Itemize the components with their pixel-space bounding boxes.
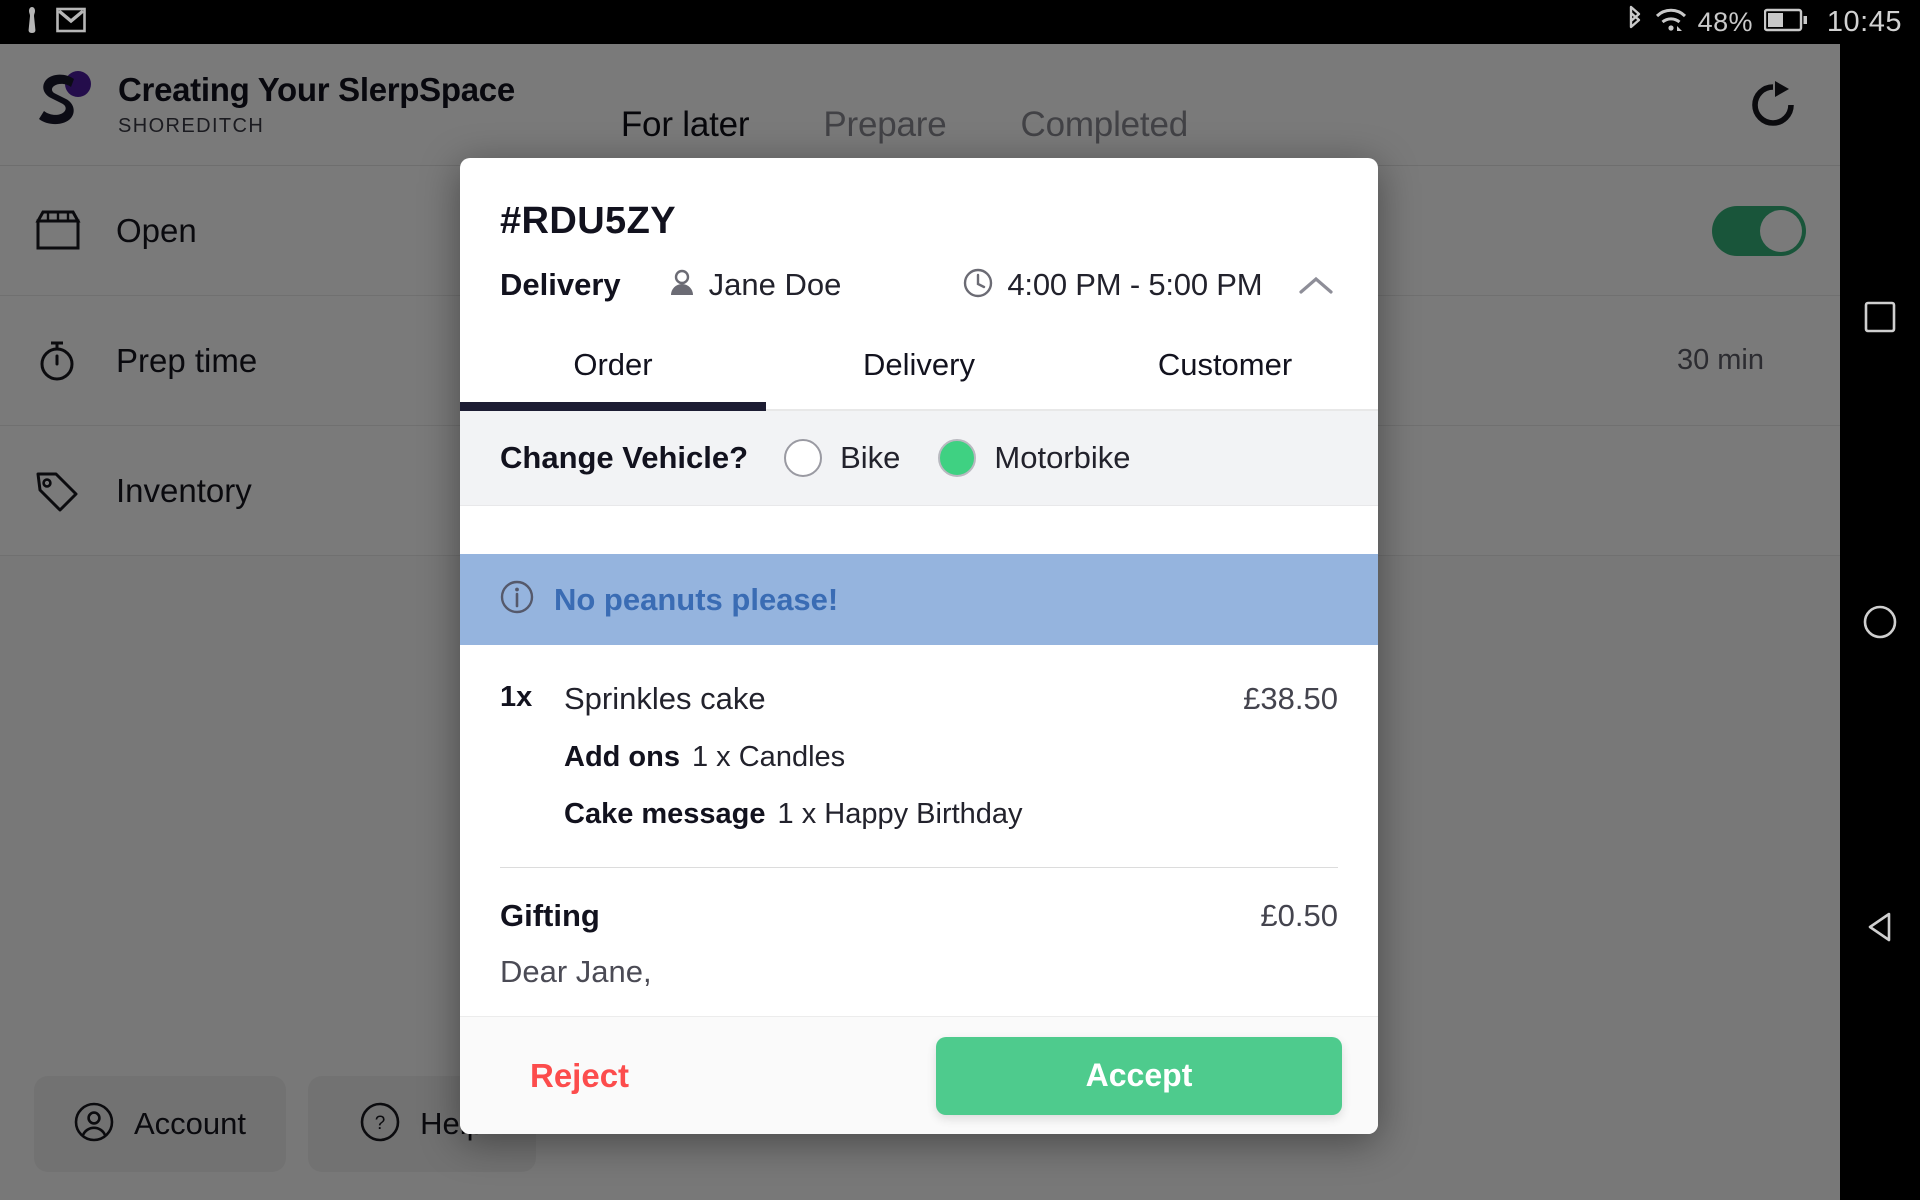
wifi-icon (1655, 7, 1687, 38)
item-modifier-cake-message: Cake message 1 x Happy Birthday (564, 798, 1338, 831)
accept-button[interactable]: Accept (936, 1036, 1342, 1115)
tab-prepare[interactable]: Prepare (823, 105, 946, 165)
notification-person-icon (22, 5, 42, 40)
tab-completed[interactable]: Completed (1021, 105, 1189, 165)
modifier-value-cake-message: 1 x Happy Birthday (777, 798, 1023, 830)
status-bar-indicators: 48% 10:45 (1626, 5, 1902, 40)
slerp-s-logo (34, 69, 96, 141)
radio-bike-label: Bike (840, 440, 901, 475)
battery-percent-label: 48% (1697, 6, 1753, 37)
items-divider (500, 867, 1338, 868)
tab-for-later[interactable]: For later (621, 105, 750, 165)
customer-block: Jane Doe (669, 267, 842, 303)
modifier-value-addons: 1 x Candles (692, 741, 846, 773)
radio-motorbike-label: Motorbike (994, 440, 1131, 475)
open-toggle[interactable] (1712, 205, 1806, 256)
person-icon (669, 268, 695, 303)
row-label-open: Open (116, 211, 197, 249)
tag-icon (34, 468, 90, 514)
modal-footer: Reject Accept (460, 1016, 1378, 1134)
help-circle-icon: ? (360, 1102, 400, 1147)
info-icon (500, 580, 534, 619)
storefront-icon (34, 209, 90, 253)
app-header: Creating Your SlerpSpace SHOREDITCH For … (0, 44, 1840, 166)
app-viewport: Creating Your SlerpSpace SHOREDITCH For … (0, 44, 1840, 1200)
account-button[interactable]: Account (34, 1076, 287, 1172)
screen: 48% 10:45 Creating Your SlerpSpace SHORE… (0, 0, 1920, 1200)
chevron-up-icon[interactable] (1294, 274, 1338, 296)
vehicle-option-bike[interactable]: Bike (784, 439, 900, 477)
change-vehicle-section: Change Vehicle? Bike Motorbike (460, 411, 1378, 506)
order-note-text: No peanuts please! (554, 581, 839, 617)
modal-header: #RDU5ZY Delivery Jane Doe 4:00 PM - 5:00… (460, 158, 1378, 303)
android-nav-bar (1840, 44, 1920, 1200)
modal-tabs: Order Delivery Customer (460, 337, 1378, 411)
account-circle-icon (74, 1102, 114, 1147)
row-label-prep-time: Prep time (116, 341, 258, 379)
clock-icon (963, 268, 993, 303)
tab-order[interactable]: Order (460, 337, 766, 411)
bluetooth-icon (1626, 5, 1644, 40)
gifting-row: Gifting £0.50 (500, 898, 1338, 934)
battery-icon (1763, 8, 1808, 37)
order-code: #RDU5ZY (500, 200, 676, 242)
order-status-tabs: For later Prepare Completed (621, 105, 1188, 165)
page-title: Creating Your SlerpSpace (118, 71, 515, 108)
radio-bike[interactable] (784, 439, 823, 477)
android-status-bar: 48% 10:45 (0, 0, 1920, 44)
clock-label: 10:45 (1826, 5, 1902, 38)
refresh-icon[interactable] (1740, 72, 1806, 138)
row-label-inventory: Inventory (116, 471, 252, 509)
item-price: £38.50 (1243, 681, 1338, 716)
brand-block: Creating Your SlerpSpace SHOREDITCH (118, 71, 515, 138)
modifier-label-addons: Add ons (564, 741, 680, 773)
vehicle-option-motorbike[interactable]: Motorbike (938, 439, 1131, 477)
prep-time-value: 30 min (1676, 344, 1764, 376)
account-button-label: Account (134, 1106, 247, 1141)
time-window-block: 4:00 PM - 5:00 PM (963, 267, 1263, 303)
svg-text:?: ? (375, 1113, 386, 1134)
change-vehicle-question: Change Vehicle? (500, 440, 749, 475)
tab-delivery[interactable]: Delivery (766, 337, 1072, 409)
order-items-list: 1x Sprinkles cake £38.50 Add ons 1 x Cand… (460, 645, 1378, 1016)
modal-spacer (460, 506, 1378, 554)
item-modifier-addons: Add ons 1 x Candles (564, 741, 1338, 774)
order-meta-row: Delivery Jane Doe 4:00 PM - 5:00 PM (500, 267, 1338, 303)
square-recents-icon[interactable] (1857, 294, 1903, 340)
customer-name: Jane Doe (708, 267, 842, 302)
order-detail-modal: #RDU5ZY Delivery Jane Doe 4:00 PM - 5:00… (460, 158, 1378, 1134)
tab-customer[interactable]: Customer (1072, 337, 1378, 409)
modifier-label-cake-message: Cake message (564, 798, 766, 830)
circle-home-icon[interactable] (1857, 599, 1903, 645)
gmail-icon (56, 7, 86, 38)
order-item-row: 1x Sprinkles cake £38.50 (500, 645, 1338, 717)
fulfilment-type-label: Delivery (500, 267, 621, 302)
location-label: SHOREDITCH (118, 115, 265, 137)
gifting-title: Gifting (500, 898, 600, 933)
time-window-label: 4:00 PM - 5:00 PM (1007, 267, 1263, 302)
gifting-price: £0.50 (1260, 898, 1338, 933)
reject-button[interactable]: Reject (496, 1057, 663, 1095)
stopwatch-icon (34, 338, 90, 384)
order-note-banner: No peanuts please! (460, 554, 1378, 645)
gifting-message: Dear Jane, (500, 954, 652, 989)
status-bar-notifications (22, 5, 86, 40)
triangle-back-icon[interactable] (1857, 904, 1903, 950)
radio-motorbike[interactable] (938, 439, 977, 477)
item-name: Sprinkles cake (564, 681, 766, 716)
item-quantity: 1x (500, 681, 533, 713)
